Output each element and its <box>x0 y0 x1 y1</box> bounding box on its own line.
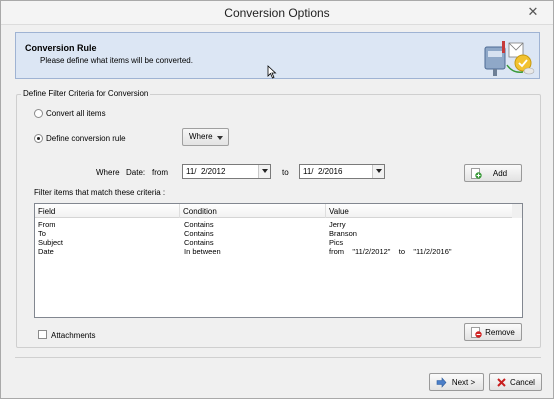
list-scroll-corner <box>512 204 522 218</box>
cancel-button-label: Cancel <box>510 378 535 387</box>
row-value: Branson <box>329 229 357 238</box>
row-condition: Contains <box>184 238 214 247</box>
row-field: From <box>38 220 56 229</box>
convert-all-radio[interactable] <box>34 109 43 118</box>
add-button[interactable]: Add <box>464 164 522 182</box>
footer-divider <box>15 357 541 358</box>
from-date-picker[interactable]: 11/ 2/2012 <box>182 164 271 179</box>
define-rule-label[interactable]: Define conversion rule <box>46 134 126 143</box>
column-header-condition[interactable]: Condition <box>180 204 326 218</box>
next-button-label: Next > <box>451 378 476 387</box>
row-condition: Contains <box>184 220 214 229</box>
where-dropdown-button[interactable]: Where <box>182 128 229 146</box>
row-value: Pics <box>329 238 344 247</box>
define-rule-radio[interactable] <box>34 134 43 143</box>
calendar-dropdown-icon[interactable] <box>258 165 270 178</box>
from-date-value: 11/ 2/2012 <box>186 167 226 176</box>
to-date-value: 11/ 2/2016 <box>303 167 343 176</box>
header-title: Conversion Rule <box>25 43 97 53</box>
table-row[interactable]: Date In between from "11/2/2012" to "11/… <box>35 247 522 257</box>
field-label: Date: <box>126 168 146 177</box>
to-date-picker[interactable]: 11/ 2/2016 <box>299 164 385 179</box>
criteria-list-header: Field Condition Value <box>35 204 522 218</box>
calendar-dropdown-icon[interactable] <box>372 165 384 178</box>
mouse-cursor-icon <box>267 65 277 79</box>
row-condition: Contains <box>184 229 214 238</box>
where-dropdown-label: Where <box>189 132 213 141</box>
row-field: To <box>38 229 46 238</box>
filter-criteria-legend: Define Filter Criteria for Conversion <box>21 89 151 98</box>
column-header-value[interactable]: Value <box>326 204 513 218</box>
add-button-label: Add <box>492 169 508 178</box>
row-value: Jerry <box>329 220 346 229</box>
title-bar[interactable]: Conversion Options ✕ <box>1 1 553 25</box>
convert-all-label[interactable]: Convert all items <box>46 109 106 118</box>
criteria-caption: Filter items that match these criteria : <box>34 188 166 197</box>
column-header-field[interactable]: Field <box>35 204 180 218</box>
attachments-checkbox[interactable] <box>38 330 47 339</box>
conversion-options-dialog: Conversion Options ✕ Conversion Rule Ple… <box>0 0 554 399</box>
close-icon[interactable]: ✕ <box>525 5 541 19</box>
remove-button[interactable]: Remove <box>464 323 522 341</box>
window-title: Conversion Options <box>224 6 330 20</box>
remove-button-label: Remove <box>485 328 515 337</box>
mailbox-convert-icon <box>484 41 535 76</box>
row-field: Subject <box>38 238 64 247</box>
row-value: from "11/2/2012" to "11/2/2016" <box>329 247 452 256</box>
header-banner: Conversion Rule Please define what items… <box>15 32 540 79</box>
attachments-label[interactable]: Attachments <box>51 331 95 340</box>
cancel-button[interactable]: Cancel <box>489 373 542 391</box>
criteria-list[interactable]: Field Condition Value From Contains Jerr… <box>34 203 523 318</box>
from-label: from <box>152 168 168 177</box>
where-label: Where <box>96 168 120 177</box>
row-condition: In between <box>184 247 221 256</box>
to-label: to <box>282 168 289 177</box>
header-subtitle: Please define what items will be convert… <box>40 56 193 65</box>
row-field: Date <box>38 247 54 256</box>
chevron-down-icon <box>217 136 223 140</box>
next-button[interactable]: Next > <box>429 373 484 391</box>
